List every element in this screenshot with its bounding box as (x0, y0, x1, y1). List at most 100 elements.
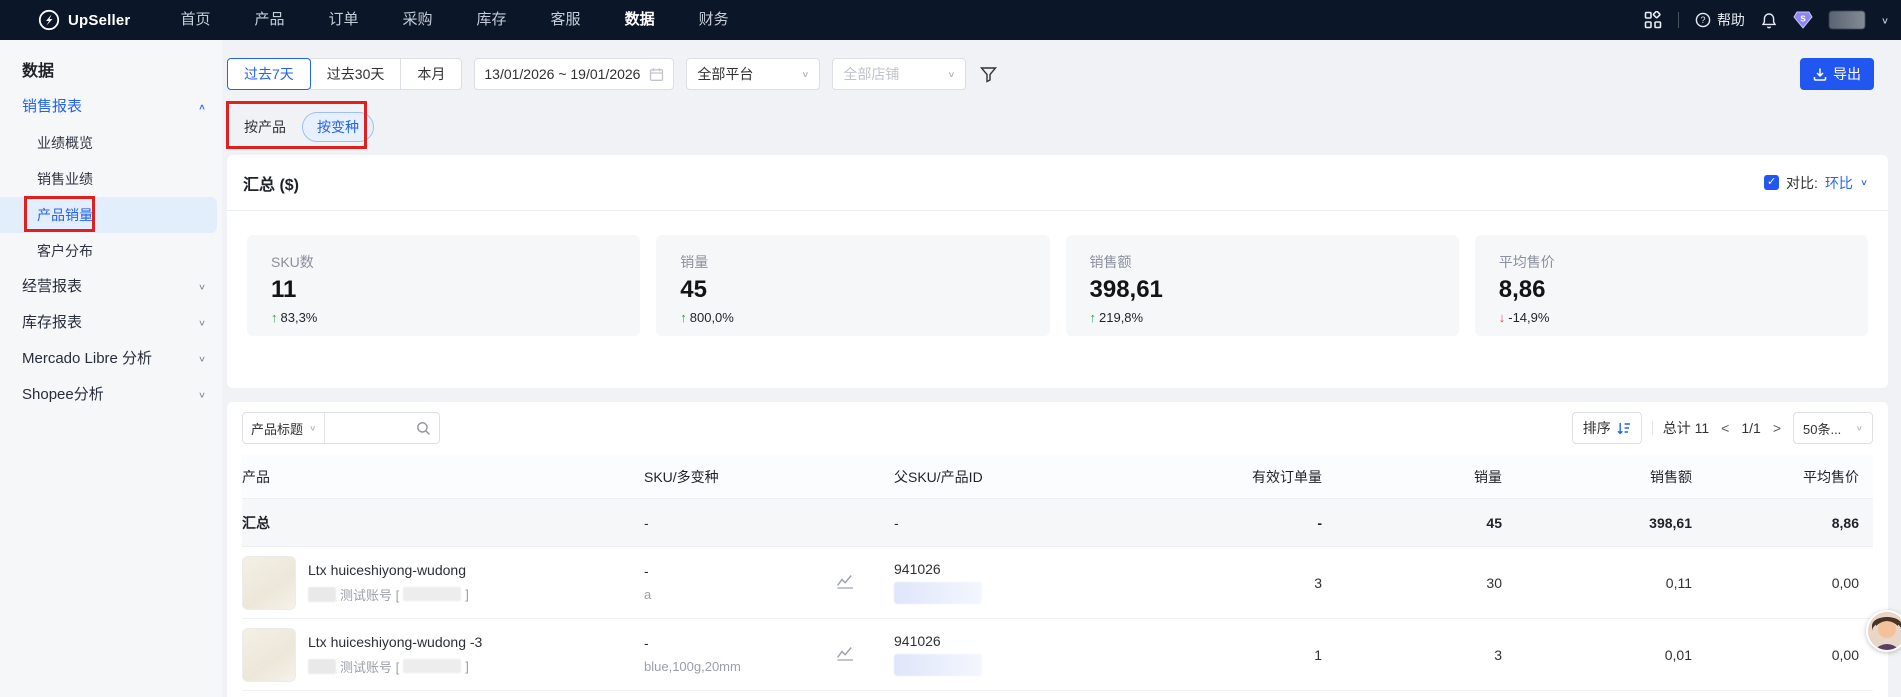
product-title: Ltx huiceshiyong-wudong -3 (308, 633, 483, 650)
help-question-icon: ? (1695, 12, 1711, 28)
chevron-down-icon: ∨ (309, 423, 317, 433)
account-suffix: ] (465, 658, 469, 674)
sidebar-group-sales-reports[interactable]: 销售报表 ∧ (0, 89, 222, 125)
col-header-parent-sku: 父SKU/产品ID (894, 468, 983, 485)
kpi-cards: SKU数 11 ↑ 83,3% 销量 45 ↑ 800,0% 销售额 398,61 … (227, 211, 1888, 336)
brand-name: UpSeller (68, 11, 131, 29)
membership-gem-icon[interactable]: S (1793, 11, 1813, 29)
apps-grid-icon[interactable] (1644, 11, 1662, 29)
account-name-redacted (403, 587, 462, 601)
summary-row-orders: - (1317, 514, 1322, 531)
table-toolbar-right: 排序 总计 11 < 1/1 > 50条... ∨ (1571, 412, 1873, 444)
summary-title: 汇总 ($) (243, 176, 300, 194)
date-range-value: 13/01/2026 ~ 19/01/2026 (484, 66, 641, 82)
nav-item-data[interactable]: 数据 (603, 0, 677, 40)
sidebar-item-performance-overview[interactable]: 业绩概览 (0, 125, 222, 161)
account-name-redacted (403, 659, 462, 673)
platform-icon-redacted (308, 586, 336, 602)
chevron-down-icon[interactable]: ∨ (1860, 178, 1868, 187)
nav-item-finance[interactable]: 财务 (677, 0, 751, 40)
table-summary-row: 汇总 - - - 45 398,61 8,86 (242, 499, 1873, 547)
nav-item-home[interactable]: 首页 (158, 0, 232, 40)
search-icon[interactable] (416, 421, 439, 436)
parent-product-id: 941026 (894, 633, 941, 649)
user-menu-chevron-down-icon[interactable]: ∨ (1881, 15, 1889, 26)
nav-item-inventory[interactable]: 库存 (455, 0, 529, 40)
kpi-value: 11 (271, 276, 297, 303)
page-prev-button[interactable]: < (1719, 420, 1731, 436)
range-last7days-button[interactable]: 过去7天 (227, 58, 311, 90)
chevron-up-icon: ∧ (197, 102, 206, 112)
sku-variant: blue,100g,20mm (644, 659, 741, 674)
tab-by-variant[interactable]: 按变种 (302, 112, 374, 142)
search-field-select[interactable]: 产品标题 ∨ (243, 413, 326, 443)
product-account-line: 测试账号 [ ] (308, 585, 469, 604)
sidebar-item-sales-performance[interactable]: 销售业绩 (0, 161, 222, 197)
sku-primary: - (644, 635, 649, 651)
nav-item-orders[interactable]: 订单 (307, 0, 381, 40)
page-size-select[interactable]: 50条... ∨ (1793, 412, 1873, 444)
chevron-down-icon: ∨ (1855, 423, 1863, 433)
user-name-redacted[interactable] (1828, 11, 1865, 29)
summary-header: 汇总 ($) ✓ 对比: 环比 ∨ (227, 155, 1888, 211)
export-button[interactable]: 导出 (1800, 58, 1874, 90)
compare-checkbox[interactable]: ✓ (1764, 175, 1780, 190)
trend-up-arrow-icon: ↑ (271, 310, 278, 325)
brand-logo[interactable]: UpSeller (0, 9, 140, 31)
qty-value: 3 (1494, 646, 1502, 663)
sort-button[interactable]: 排序 (1571, 412, 1642, 444)
svg-text:S: S (1800, 15, 1806, 24)
svg-text:?: ? (1700, 15, 1705, 25)
col-header-valid-orders: 有效订单量 (1252, 468, 1322, 485)
notifications-bell-icon[interactable] (1761, 12, 1777, 29)
kpi-card-sku-count: SKU数 11 ↑ 83,3% (247, 235, 641, 336)
nav-item-service[interactable]: 客服 (529, 0, 603, 40)
kpi-delta: 83,3% (280, 310, 318, 325)
sidebar-group-mercado-libre-analysis[interactable]: Mercado Libre 分析 ∨ (0, 341, 222, 377)
sidebar-group-shopee-analysis[interactable]: Shopee分析 ∨ (0, 377, 222, 413)
range-last30days-button[interactable]: 过去30天 (309, 58, 402, 90)
tab-by-product[interactable]: 按产品 (240, 112, 290, 142)
sku-primary: - (644, 563, 649, 579)
navbar-divider (1677, 12, 1679, 28)
view-tabs: 按产品 按变种 (240, 112, 374, 142)
product-thumbnail (242, 555, 296, 610)
trend-chart-icon[interactable] (836, 645, 854, 661)
sort-list-icon (1617, 421, 1631, 435)
shop-select[interactable]: 全部店铺 ∨ (832, 58, 967, 90)
total-count: 总计 11 (1662, 420, 1710, 436)
sidebar-group-inventory-reports[interactable]: 库存报表 ∨ (0, 305, 222, 341)
data-table: 产品 SKU/多变种 父SKU/产品ID 有效订单量 销量 销售额 平均售价 汇… (242, 455, 1873, 691)
sidebar-item-customer-distribution[interactable]: 客户分布 (0, 233, 222, 269)
sidebar: 数据 销售报表 ∧ 业绩概览 销售业绩 产品销量 客户分布 经营报表 ∨ 库存报… (0, 40, 222, 697)
trend-down-arrow-icon: ↓ (1498, 310, 1506, 325)
kpi-value: 45 (680, 276, 707, 303)
product-account-line: 测试账号 [ ] (308, 657, 482, 676)
search-input[interactable] (325, 413, 416, 443)
compare-value-dropdown[interactable]: 环比 (1825, 173, 1853, 193)
col-header-sku-variant: SKU/多变种 (644, 468, 719, 485)
filter-funnel-icon[interactable] (980, 66, 998, 83)
date-range-picker[interactable]: 13/01/2026 ~ 19/01/2026 (474, 58, 675, 90)
trend-chart-icon[interactable] (836, 573, 854, 589)
page-next-button[interactable]: > (1771, 420, 1783, 436)
kpi-card-sales-amount: 销售额 398,61 ↑ 219,8% (1065, 235, 1459, 336)
search-group: 产品标题 ∨ (242, 412, 440, 444)
compare-control: ✓ 对比: 环比 ∨ (1764, 173, 1868, 193)
shop-select-placeholder: 全部店铺 (843, 66, 900, 82)
sidebar-group-operating-reports[interactable]: 经营报表 ∨ (0, 269, 222, 305)
summary-row-parent: - (894, 514, 899, 531)
platform-select[interactable]: 全部平台 ∨ (686, 58, 821, 90)
nav-item-purchasing[interactable]: 采购 (381, 0, 455, 40)
product-cell: Ltx huiceshiyong-wudong 测试账号 [ ] (242, 555, 644, 610)
qty-value: 30 (1486, 574, 1502, 591)
kpi-card-avg-price: 平均售价 8,86 ↓ -14,9% (1474, 235, 1868, 336)
range-thismonth-button[interactable]: 本月 (400, 58, 463, 90)
nav-item-products[interactable]: 产品 (232, 0, 306, 40)
parent-sku-cell: 941026 (894, 633, 1224, 676)
customer-service-avatar[interactable] (1866, 610, 1901, 652)
avg-price-value: 0,00 (1831, 574, 1859, 591)
chevron-down-icon: ∨ (947, 69, 956, 79)
help-button[interactable]: ? 帮助 (1695, 10, 1745, 30)
sidebar-item-product-sales[interactable]: 产品销量 (0, 197, 217, 233)
